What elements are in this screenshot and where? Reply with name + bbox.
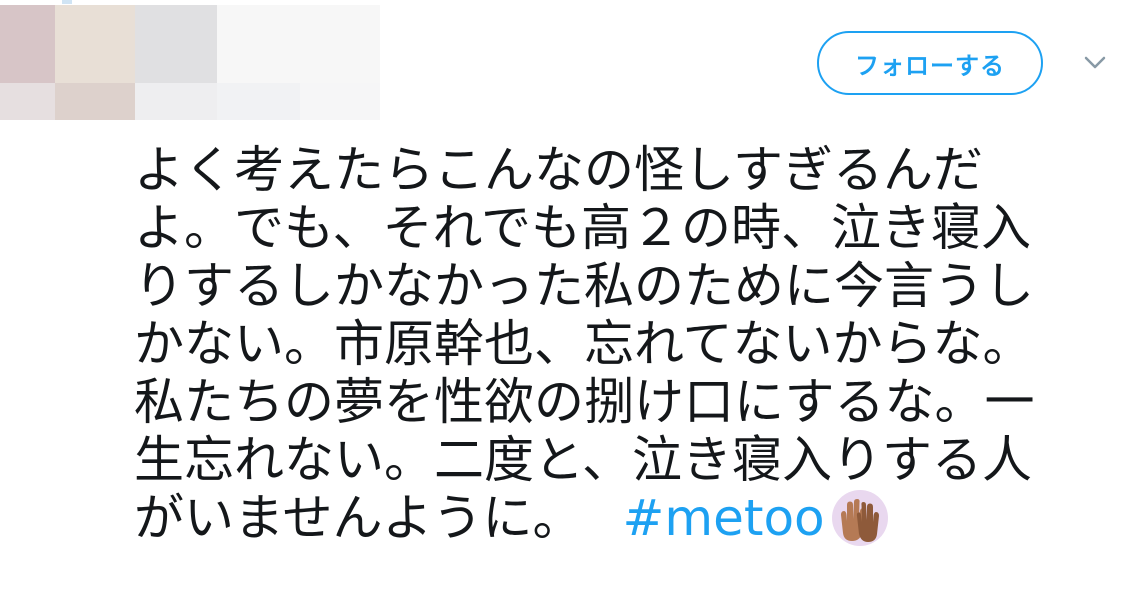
blurred-profile-header: [0, 0, 380, 120]
tweet-line: よく考えたらこんなの怪しすぎるんだ: [134, 141, 983, 199]
tweet-line: かない。市原幹也、忘れてないからな。: [134, 315, 1033, 373]
tweet-line: 生忘れない。二度と、泣き寝入りする人: [134, 431, 1032, 489]
tweet-line: よ。でも、それでも高２の時、泣き寝入: [134, 199, 1031, 257]
tweet-text: よく考えたらこんなの怪しすぎるんだ よ。でも、それでも高２の時、泣き寝入 りする…: [134, 141, 1124, 547]
follow-button[interactable]: フォローする: [817, 31, 1043, 95]
tweet-line-text: がいませんように。: [134, 489, 583, 547]
tweet-card: フォローする よく考えたらこんなの怪しすぎるんだ よ。でも、それでも高２の時、泣…: [0, 0, 1144, 599]
tweet-line-last: がいませんように。 #metoo: [134, 489, 1124, 547]
tweet-line: 私たちの夢を性欲の捌け口にするな。一: [134, 373, 1035, 431]
tweet-line: りするしかなかった私のために今言うし: [134, 257, 1034, 315]
raised-hands-icon: [831, 489, 889, 547]
hashtag-link[interactable]: #metoo: [623, 489, 825, 547]
chevron-down-icon[interactable]: [1080, 52, 1110, 74]
